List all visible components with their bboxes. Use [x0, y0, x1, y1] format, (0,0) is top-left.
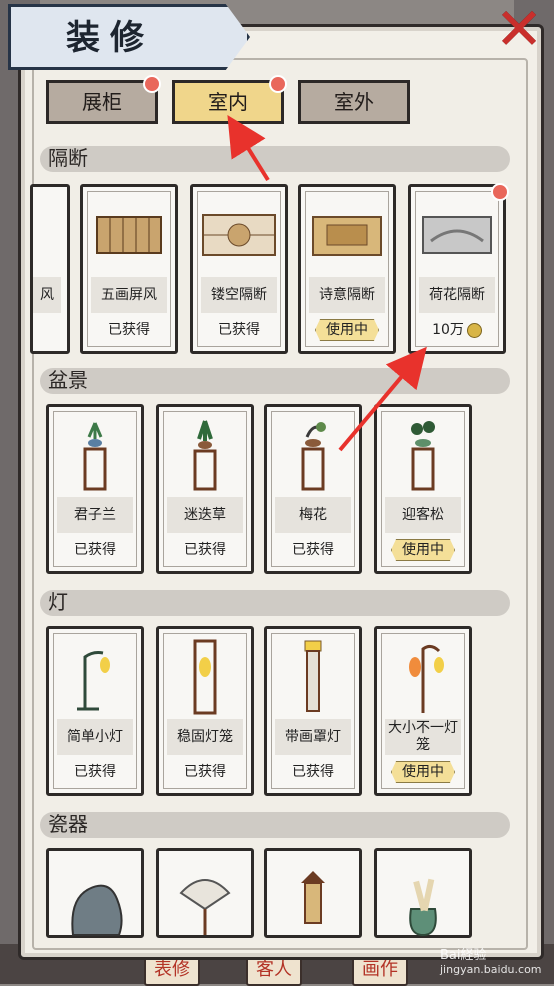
lantern-icon — [193, 639, 217, 715]
card-name: 迷迭草 — [167, 497, 243, 533]
plant-stand-icon — [411, 421, 435, 491]
bonsai-card-pine[interactable]: 迎客松 使用中 — [374, 404, 472, 574]
card-name: 梅花 — [275, 497, 351, 533]
card-name: 君子兰 — [57, 497, 133, 533]
tab-label: 室外 — [334, 90, 374, 114]
close-icon[interactable]: ✕ — [490, 0, 548, 58]
lamp-icon — [304, 640, 322, 712]
in-use-badge: 使用中 — [391, 761, 455, 783]
tab-outdoor[interactable]: 室外 — [298, 80, 410, 124]
porcelain-card-rock[interactable] — [46, 848, 144, 938]
lamp-card-mixed-lanterns[interactable]: 大小不一灯笼 使用中 — [374, 626, 472, 796]
section-header-bonsai: 盆景 — [40, 368, 510, 394]
lamp-card-simple[interactable]: 简单小灯 已获得 — [46, 626, 144, 796]
card-name: 镂空隔断 — [201, 277, 277, 313]
card-name: 风 — [33, 277, 61, 313]
card-name: 五画屏风 — [91, 277, 167, 313]
card-status: 已获得 — [74, 764, 116, 780]
card-name: 带画罩灯 — [275, 719, 351, 755]
card-status: 已获得 — [218, 322, 260, 338]
partition-card-lotus[interactable]: 荷花隔断 10万 — [408, 183, 509, 354]
lotus-partition-icon — [422, 216, 492, 254]
partition-card-partial[interactable]: 风 — [30, 184, 70, 354]
card-status: 已获得 — [108, 322, 150, 338]
in-use-badge: 使用中 — [391, 539, 455, 561]
notification-badge — [143, 75, 161, 93]
card-name: 诗意隔断 — [309, 277, 385, 313]
card-name: 大小不一灯笼 — [385, 719, 461, 755]
card-name: 稳固灯笼 — [167, 719, 243, 755]
tab-label: 室内 — [208, 90, 248, 114]
scholar-rock-icon — [71, 884, 123, 936]
card-status: 已获得 — [184, 764, 226, 780]
card-name: 荷花隔断 — [419, 277, 495, 313]
fan-stand-icon — [179, 879, 231, 935]
vase-icon — [409, 878, 437, 937]
porcelain-card-pagoda[interactable] — [264, 848, 362, 938]
card-name: 简单小灯 — [57, 719, 133, 755]
lamp-card-painted-shade[interactable]: 带画罩灯 已获得 — [264, 626, 362, 796]
section-title: 瓷器 — [48, 812, 88, 836]
section-title: 隔断 — [48, 146, 88, 170]
page-title: 装修 — [66, 18, 154, 58]
notification-badge — [269, 75, 287, 93]
porcelain-card-vase[interactable] — [374, 848, 472, 938]
in-use-badge: 使用中 — [315, 319, 379, 341]
lamp-card-sturdy-lantern[interactable]: 稳固灯笼 已获得 — [156, 626, 254, 796]
card-name: 迎客松 — [385, 497, 461, 533]
lantern-icon — [409, 644, 444, 713]
section-title: 灯 — [48, 590, 68, 614]
tab-indoor[interactable]: 室内 — [172, 75, 287, 124]
partition-card-hollow[interactable]: 镂空隔断 已获得 — [190, 184, 288, 354]
bonsai-card-plum[interactable]: 梅花 已获得 — [264, 404, 362, 574]
partition-card-poetic[interactable]: 诗意隔断 使用中 — [298, 184, 396, 354]
watermark-line2: jingyan.baidu.com — [440, 963, 542, 976]
bonsai-card-clivia[interactable]: 君子兰 已获得 — [46, 404, 144, 574]
section-header-porcelain: 瓷器 — [40, 812, 510, 838]
card-status: 已获得 — [292, 764, 334, 780]
tab-showcase[interactable]: 展柜 — [46, 75, 161, 124]
pagoda-icon — [301, 871, 325, 924]
card-status: 使用中 — [301, 319, 393, 341]
partition-card-five-screen[interactable]: 五画屏风 已获得 — [80, 184, 178, 354]
plant-stand-icon — [83, 422, 107, 491]
watermark: Bai経验 jingyan.baidu.com — [440, 944, 542, 976]
porcelain-card-fan[interactable] — [156, 848, 254, 938]
bonsai-card-rosemary[interactable]: 迷迭草 已获得 — [156, 404, 254, 574]
section-header-partition: 隔断 — [40, 146, 510, 172]
card-status: 已获得 — [74, 542, 116, 558]
card-status: 已获得 — [184, 542, 226, 558]
card-status: 已获得 — [292, 542, 334, 558]
folding-screen-icon — [96, 216, 162, 254]
section-header-lamp: 灯 — [40, 590, 510, 616]
coin-icon — [466, 322, 482, 338]
plant-stand-icon — [193, 420, 217, 491]
lamp-icon — [77, 651, 110, 711]
poetic-partition-icon — [312, 216, 382, 256]
tab-label: 展柜 — [82, 90, 122, 114]
watermark-line1: Bai経验 — [440, 948, 487, 963]
card-price: 10万 — [411, 319, 503, 339]
section-title: 盆景 — [48, 368, 88, 392]
card-status: 使用中 — [377, 539, 469, 561]
price-label: 10万 — [432, 322, 464, 338]
card-status: 使用中 — [377, 761, 469, 783]
plant-stand-icon — [301, 422, 326, 491]
lattice-partition-icon — [202, 214, 276, 256]
